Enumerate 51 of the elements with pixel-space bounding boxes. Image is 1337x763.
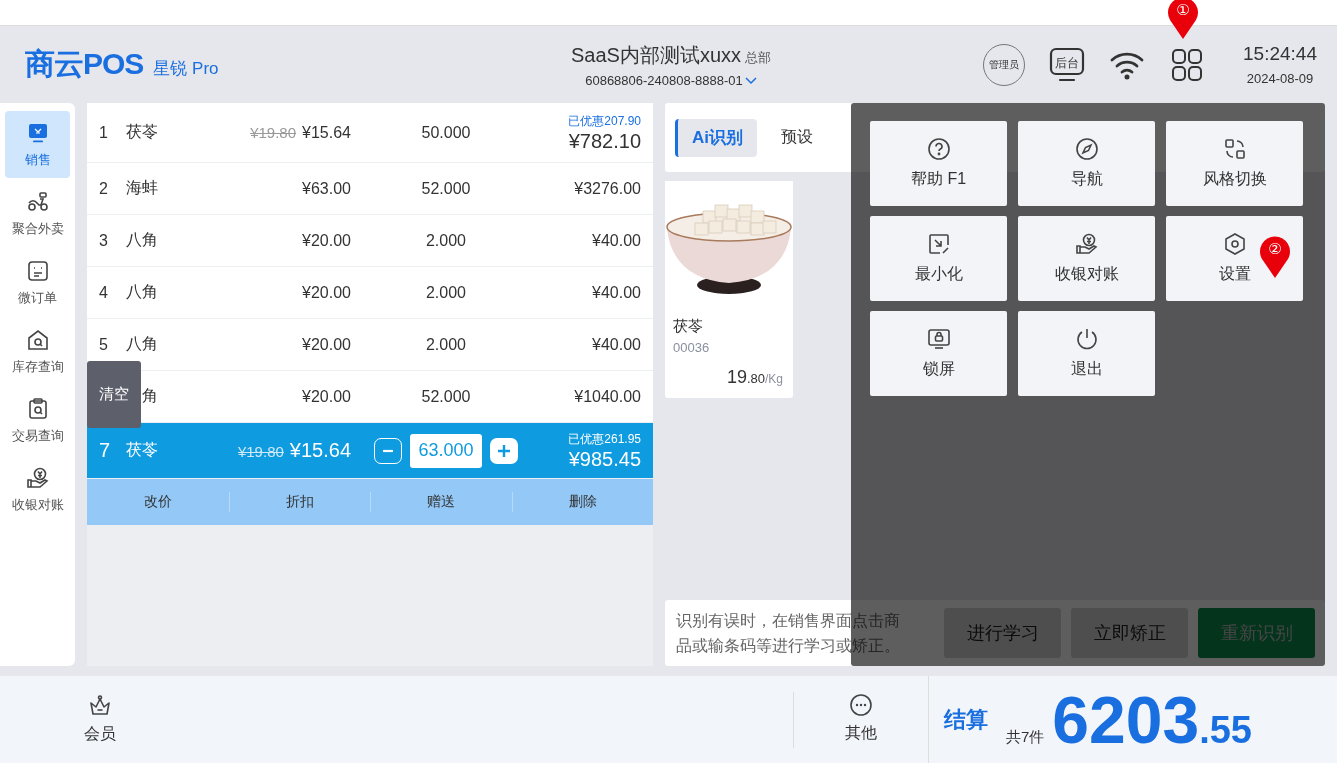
unit-price: ¥15.64	[302, 123, 351, 142]
original-price: ¥19.80	[237, 443, 284, 460]
product-name: 茯苓	[673, 317, 704, 336]
item-name: 八角	[125, 282, 158, 302]
line-total: ¥782.10	[568, 129, 641, 153]
line-total: ¥3276.00	[574, 179, 641, 198]
line-total: ¥40.00	[592, 231, 641, 250]
row-index: 2	[98, 179, 109, 198]
item-name: 八角	[125, 230, 158, 250]
item-name: 角	[141, 386, 158, 406]
line-total: ¥985.45	[568, 447, 641, 471]
store-name: SaaS内部测试xuxx	[570, 42, 742, 68]
row-index: 1	[98, 123, 109, 142]
clock-time: 15:24:44	[1243, 43, 1317, 65]
product-price: 19.80/Kg	[726, 367, 783, 388]
item-count: 共7件	[1006, 728, 1045, 747]
store-tag: 总部	[745, 48, 772, 67]
total-amount: 6203.55	[1052, 681, 1252, 758]
item-name: 八角	[125, 334, 158, 354]
logo: 商云POS	[25, 46, 144, 82]
quantity: 52.000	[420, 179, 472, 198]
discount-text: 已优惠207.90	[568, 112, 641, 130]
discount-text: 已优惠261.95	[568, 430, 641, 448]
quantity: 2.000	[424, 283, 467, 302]
product-name: 星锐 Pro	[153, 58, 219, 80]
item-name: 茯苓	[125, 122, 158, 142]
row-index: 7	[98, 439, 112, 462]
annotation-marker: ②	[1258, 235, 1292, 279]
terminal-id: 60868806-240808-8888-01	[585, 72, 743, 88]
unit-price: ¥63.00	[302, 179, 351, 198]
unit-price: ¥20.00	[302, 283, 351, 302]
product-code: 00036	[673, 340, 711, 355]
item-name: 海蚌	[125, 178, 158, 198]
original-price: ¥19.80	[250, 123, 297, 141]
quantity: 50.000	[420, 123, 472, 142]
unit-price: ¥20.00	[302, 335, 351, 354]
row-index: 4	[98, 283, 109, 302]
item-name: 茯苓	[125, 440, 158, 460]
row-index: 5	[98, 335, 109, 354]
line-total: ¥40.00	[592, 335, 641, 354]
quantity: 2.000	[424, 231, 467, 250]
row-index: 3	[98, 231, 109, 250]
quantity: 2.000	[424, 335, 467, 354]
unit-price: ¥15.64	[289, 439, 351, 462]
line-total: ¥40.00	[592, 283, 641, 302]
annotation-marker: ①	[1166, 0, 1200, 40]
unit-price: ¥20.00	[302, 387, 351, 406]
line-total: ¥1040.00	[574, 387, 641, 406]
quantity: 52.000	[420, 387, 472, 406]
unit-price: ¥20.00	[302, 231, 351, 250]
clock-date: 2024-08-09	[1246, 71, 1314, 86]
